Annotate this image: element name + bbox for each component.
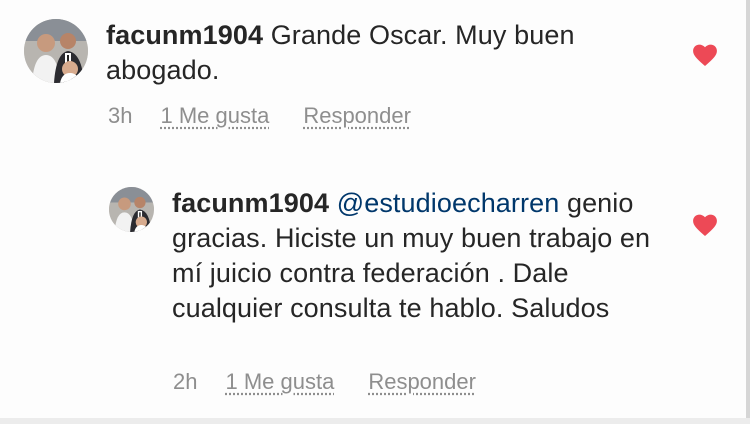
comment-timestamp: 3h [108,103,133,128]
avatar[interactable] [109,187,154,232]
comment: facunm1904 Grande Oscar. Muy buen abogad… [0,0,750,140]
screen-edge-divider [0,418,750,424]
comment-meta: 3h 1 Me gusta Responder [108,103,411,129]
comment-meta: 2h 1 Me gusta Responder [173,369,476,395]
reply-link[interactable]: Responder [368,369,476,395]
comment-reply: facunm1904 @estudioecharren genio gracia… [0,140,750,420]
comment-username[interactable]: facunm1904 [106,20,263,50]
like-heart-icon[interactable] [692,43,718,67]
likes-count-link[interactable]: 1 Me gusta [225,369,334,395]
comments-screen: facunm1904 Grande Oscar. Muy buen abogad… [0,0,750,424]
comment-timestamp: 2h [173,369,198,394]
screen-edge-divider [746,0,750,424]
comment-body: facunm1904 @estudioecharren genio gracia… [172,186,658,326]
avatar-photo-icon [24,19,88,83]
avatar-photo-icon [109,187,154,232]
like-heart-icon[interactable] [692,213,718,237]
avatar[interactable] [24,19,88,83]
likes-count-link[interactable]: 1 Me gusta [160,103,269,129]
comment-username[interactable]: facunm1904 [172,188,329,218]
reply-link[interactable]: Responder [303,103,411,129]
comment-mention-link[interactable]: @estudioecharren [337,188,560,218]
comment-body: facunm1904 Grande Oscar. Muy buen abogad… [106,18,676,88]
